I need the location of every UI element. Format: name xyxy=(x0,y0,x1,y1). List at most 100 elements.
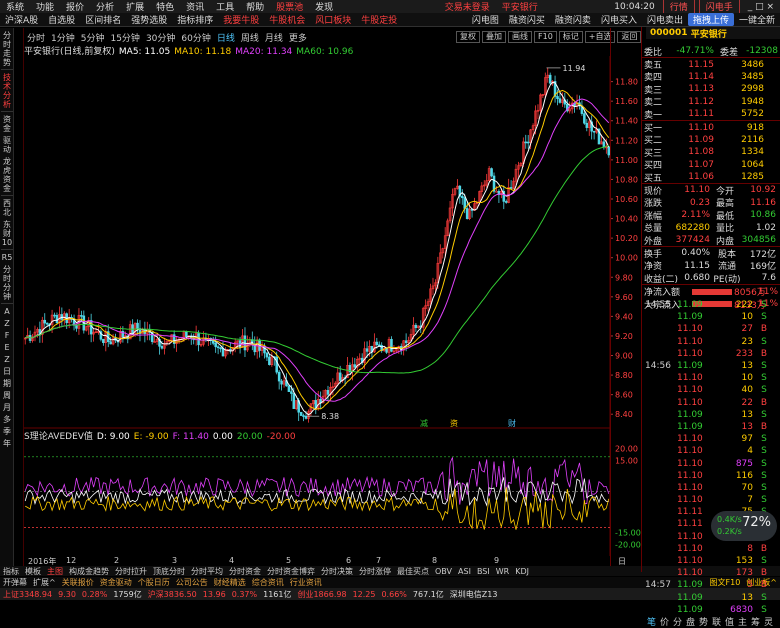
topnav-right-3[interactable]: 闪电买入 xyxy=(596,13,642,26)
topnav-right-6[interactable]: 一键全新 xyxy=(734,13,780,26)
leftnav-11[interactable]: F xyxy=(1,331,13,340)
tab2-7[interactable]: 综合资讯 xyxy=(249,577,287,588)
sell-row[interactable]: 卖二 11.12 1948 xyxy=(642,96,780,109)
buy-row[interactable]: 买五 11.06 1285 xyxy=(642,171,780,184)
sell-row[interactable]: 卖五 11.15 3486 xyxy=(642,58,780,72)
leftnav-20[interactable]: 年 xyxy=(1,439,13,448)
topnav-right-2[interactable]: 融资闪卖 xyxy=(550,13,596,26)
menu-btn-1[interactable]: 闪电手 xyxy=(698,0,740,13)
leftnav-7[interactable]: R5 xyxy=(1,253,13,262)
topnav-right-1[interactable]: 融资闪买 xyxy=(504,13,550,26)
tab-7[interactable]: 分时资金 xyxy=(226,566,264,576)
tick-tab-3[interactable]: 盘 xyxy=(684,615,697,628)
timeframe-4[interactable]: 30分钟 xyxy=(143,31,178,44)
topnav-4[interactable]: 指标排序 xyxy=(172,13,218,26)
tab2-6[interactable]: 财经精选 xyxy=(211,577,249,588)
leftnav-15[interactable]: 期 xyxy=(1,379,13,388)
sell-row[interactable]: 卖一 11.11 5752 xyxy=(642,108,780,121)
sell-row[interactable]: 卖三 11.13 2998 xyxy=(642,83,780,96)
tab2-2[interactable]: 关联报价 xyxy=(59,577,97,588)
timeframe-3[interactable]: 15分钟 xyxy=(107,31,142,44)
menu-btn-0[interactable]: 行情 xyxy=(662,0,695,13)
window-controls[interactable]: _ □ × xyxy=(742,2,780,12)
tab2-5[interactable]: 公司公告 xyxy=(173,577,211,588)
tab-4[interactable]: 分时拉升 xyxy=(112,566,150,576)
tab-11[interactable]: 最佳买点 xyxy=(394,566,432,576)
tab-2[interactable]: 主图 xyxy=(44,566,66,576)
leftnav-4[interactable]: 龙虎资金 xyxy=(1,157,13,196)
leftnav-3[interactable]: 驱动 xyxy=(1,136,13,154)
buy-row[interactable]: 买二 11.09 2116 xyxy=(642,134,780,147)
tab-16[interactable]: KDJ xyxy=(512,567,532,576)
tab2-1[interactable]: 扩展^ xyxy=(30,577,59,588)
menu-right-0[interactable]: 交易未登录 xyxy=(439,0,496,13)
chart-btn-2[interactable]: 画线 xyxy=(508,31,532,43)
tick-tab-8[interactable]: 筹 xyxy=(749,615,762,628)
topnav-0[interactable]: 沪深A股 xyxy=(0,13,43,26)
menu-5[interactable]: 特色 xyxy=(150,0,180,13)
menu-right-1[interactable]: 平安银行 xyxy=(496,0,544,13)
topnav-3[interactable]: 强势选股 xyxy=(126,13,172,26)
leftnav-1[interactable]: 技术分析 xyxy=(1,73,13,112)
tick-tab-5[interactable]: 联 xyxy=(710,615,723,628)
chart-btn-4[interactable]: 标记 xyxy=(558,31,583,43)
sell-row[interactable]: 卖四 11.14 3485 xyxy=(642,71,780,84)
topnav-right-5[interactable]: 拖拽上传 xyxy=(687,13,734,26)
menu-6[interactable]: 资讯 xyxy=(180,0,210,13)
tab-14[interactable]: BSI xyxy=(474,567,493,576)
tick-tab-9[interactable]: 灵 xyxy=(762,615,775,628)
tab-5[interactable]: 顶底分时 xyxy=(150,566,188,576)
leftnav-2[interactable]: 资金 xyxy=(1,115,13,133)
topnav-2[interactable]: 区间排名 xyxy=(80,13,126,26)
tick-tab-7[interactable]: 主 xyxy=(736,615,749,628)
buy-row[interactable]: 买一 11.10 918 xyxy=(642,121,780,135)
tab2-4[interactable]: 个股日历 xyxy=(135,577,173,588)
menu-7[interactable]: 工具 xyxy=(210,0,240,13)
timeframe-2[interactable]: 5分钟 xyxy=(78,31,108,44)
topnav-6[interactable]: 牛股机会 xyxy=(264,13,310,26)
chart-area[interactable]: 11.80 11.60 11.40 11.20 11.00 10.80 10.60 10.40… xyxy=(24,56,642,556)
buy-row[interactable]: 买四 11.07 1064 xyxy=(642,159,780,172)
tick-tab-2[interactable]: 分 xyxy=(671,615,684,628)
timeframe-0[interactable]: 分时 xyxy=(24,31,48,44)
leftnav-16[interactable]: 周 xyxy=(1,391,13,400)
leftnav-13[interactable]: Z xyxy=(1,355,13,364)
tab-3[interactable]: 构成金趋势 xyxy=(66,566,112,576)
menu-4[interactable]: 扩展 xyxy=(120,0,150,13)
speed-widget[interactable]: 0.4K/s 0.2K/s 72% xyxy=(711,511,777,541)
tab2-8[interactable]: 行业资讯 xyxy=(287,577,325,588)
menu-1[interactable]: 功能 xyxy=(30,0,60,13)
tick-tab-1[interactable]: 价 xyxy=(658,615,671,628)
leftnav-12[interactable]: E xyxy=(1,343,13,352)
tab-10[interactable]: 分时涨停 xyxy=(356,566,394,576)
leftnav-6[interactable]: 东财10 xyxy=(1,220,13,250)
tab-1[interactable]: 模板 xyxy=(22,566,44,576)
timeframe-6[interactable]: 日线 xyxy=(214,31,238,44)
leftnav-10[interactable]: Z xyxy=(1,319,13,328)
topnav-right-0[interactable]: 闪电图 xyxy=(467,13,504,26)
leftnav-9[interactable]: A xyxy=(1,307,13,316)
menu-3[interactable]: 分析 xyxy=(90,0,120,13)
tick-tab-0[interactable]: 笔 xyxy=(645,615,658,628)
leftnav-14[interactable]: 日 xyxy=(1,367,13,376)
leftnav-8[interactable]: 分时分钟 xyxy=(1,265,13,304)
topnav-8[interactable]: 牛股定投 xyxy=(356,13,402,26)
tab-6[interactable]: 分时平均 xyxy=(188,566,226,576)
menu-9[interactable]: 股票池 xyxy=(270,0,309,13)
timeframe-5[interactable]: 60分钟 xyxy=(178,31,213,44)
timeframe-9[interactable]: 更多 xyxy=(286,31,310,44)
timeframe-7[interactable]: 周线 xyxy=(238,31,262,44)
menu-10[interactable]: 发现 xyxy=(309,0,339,13)
tab-9[interactable]: 分时决策 xyxy=(318,566,356,576)
topnav-7[interactable]: 风口板块 xyxy=(310,13,356,26)
menu-8[interactable]: 帮助 xyxy=(240,0,270,13)
tick-tab-6[interactable]: 值 xyxy=(723,615,736,628)
timeframe-1[interactable]: 1分钟 xyxy=(48,31,78,44)
tab-0[interactable]: 指标 xyxy=(0,566,22,576)
topnav-5[interactable]: 我要牛股 xyxy=(218,13,264,26)
timeframe-8[interactable]: 月线 xyxy=(262,31,286,44)
tick-tab-4[interactable]: 势 xyxy=(697,615,710,628)
tab2-0[interactable]: 开弹幕 xyxy=(0,577,30,588)
tab-13[interactable]: ASI xyxy=(455,567,474,576)
buy-row[interactable]: 买三 11.08 1334 xyxy=(642,146,780,159)
